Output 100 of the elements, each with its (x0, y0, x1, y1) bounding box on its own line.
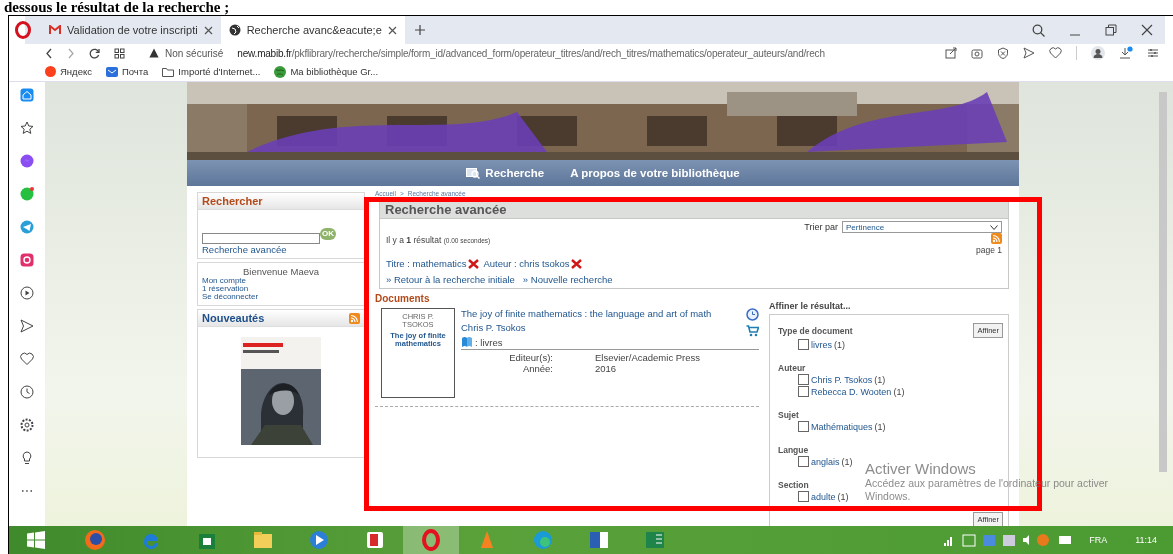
restore-icon[interactable] (1105, 24, 1117, 36)
chevron-down-icon (990, 224, 998, 230)
facet-count: (1) (874, 421, 886, 432)
opera-logo-icon[interactable] (15, 21, 31, 39)
clock-icon[interactable] (746, 308, 759, 321)
bookmark[interactable]: Яндекс (45, 66, 92, 77)
camera-app-icon[interactable] (20, 253, 34, 267)
clock[interactable]: 11:14 (1135, 535, 1157, 545)
sort-dropdown[interactable]: Pertinence (842, 221, 1002, 233)
heart-icon[interactable] (20, 352, 34, 366)
facet-count: (1) (874, 374, 886, 385)
checkbox[interactable] (798, 456, 809, 467)
facet-heading: Langue (778, 445, 809, 455)
app-icon[interactable] (364, 529, 386, 551)
mail-icon (105, 66, 118, 77)
bookmark[interactable]: Importé d'Internet... (162, 66, 261, 77)
account-link[interactable]: 1 réservation (198, 285, 364, 293)
word-icon[interactable] (588, 529, 610, 551)
search-icon[interactable] (1032, 23, 1045, 37)
search-link[interactable]: » Nouvelle recherche (522, 274, 613, 285)
search-criterion[interactable]: Titre : mathematics (386, 258, 467, 269)
play-icon[interactable] (20, 286, 34, 300)
facet-heading: Auteur (778, 363, 806, 373)
tray-icons-drawing[interactable] (943, 533, 1074, 547)
telegram-icon[interactable] (20, 220, 34, 234)
box-heading: Nouveautés (202, 312, 265, 324)
activation-title: Activer Windows (865, 460, 977, 477)
messenger-icon[interactable] (20, 154, 34, 168)
close-icon[interactable] (1141, 24, 1153, 36)
folder-icon (162, 66, 175, 77)
facet-option[interactable]: Rebecca D. Wooten (811, 386, 892, 397)
facet-option[interactable]: livres (811, 339, 832, 350)
new-tab-icon[interactable] (414, 25, 425, 35)
checkbox[interactable] (798, 339, 809, 350)
account-link[interactable]: Se déconnecter (198, 293, 364, 301)
facet-option[interactable]: anglais (811, 456, 840, 467)
nav-link[interactable]: A propos de votre bibliothèque (570, 167, 740, 179)
browser-tab[interactable]: Validation de votre inscripti (41, 16, 221, 44)
cart-icon[interactable] (746, 325, 759, 337)
profile-icon[interactable] (1091, 46, 1105, 60)
document-title[interactable]: The joy of finite mathematics : the language and art of math (461, 308, 712, 319)
checkbox[interactable] (798, 386, 809, 397)
heart-icon[interactable] (1049, 47, 1062, 59)
author-link[interactable]: Chris P. Tsokos (461, 322, 712, 333)
facet-option[interactable]: Mathématiques (811, 421, 873, 432)
field-label: Année: (521, 363, 553, 374)
media-player-icon[interactable] (308, 529, 330, 551)
whatsapp-icon[interactable] (20, 187, 34, 201)
shield-icon[interactable] (997, 47, 1009, 59)
close-tab-icon[interactable] (203, 25, 213, 35)
refine-heading: Affiner le résultat... (769, 301, 852, 311)
welcome-text: Bienvenue Maeva (241, 266, 321, 277)
start-icon[interactable] (27, 531, 45, 549)
advanced-search-link[interactable]: Recherche avancée (202, 244, 360, 255)
bulb-icon[interactable] (20, 451, 34, 465)
scrollbar[interactable] (1159, 92, 1167, 472)
checkbox[interactable] (798, 491, 809, 502)
send-icon[interactable] (1023, 47, 1035, 59)
clock-icon[interactable] (20, 385, 34, 399)
globe-icon (228, 24, 241, 36)
settings-icon[interactable] (1147, 47, 1159, 59)
mail-icon (49, 25, 61, 35)
speed-dial-icon[interactable] (114, 47, 125, 59)
facet-count: (1) (837, 491, 849, 502)
field-value: 2016 (595, 363, 617, 374)
camera-icon[interactable] (971, 47, 983, 59)
field-label: Editeur(s): (508, 352, 553, 363)
facet-option[interactable]: adulte (811, 491, 836, 502)
bookmark[interactable]: Почта (105, 66, 149, 77)
close-tab-icon[interactable] (387, 25, 397, 35)
account-link[interactable]: Mon compte (198, 277, 364, 285)
remove-icon[interactable] (468, 258, 480, 269)
send-icon[interactable] (20, 319, 34, 333)
warning-icon (149, 48, 159, 58)
globe-icon (274, 65, 287, 78)
facet-count: (1) (841, 456, 853, 467)
bookmark[interactable]: Ma bibliothèque Gr... (274, 65, 379, 78)
sort-label: Trier par (804, 222, 838, 232)
reload-icon[interactable] (89, 47, 100, 59)
share-icon[interactable] (945, 47, 957, 59)
checkbox[interactable] (798, 421, 809, 432)
star-icon[interactable] (20, 121, 34, 135)
document-type: : livres (475, 336, 503, 348)
url-field[interactable]: new.mabib.fr/pkflibrary/recherche/simple/form_id/advanced_form/operateur_titres/and/rech_titres/mathematics/operateur_auteurs/and/rech (237, 47, 931, 59)
home-icon[interactable] (20, 88, 34, 102)
back-icon[interactable] (45, 47, 53, 59)
nav-link[interactable]: Recherche (466, 167, 545, 179)
settings-icon[interactable] (20, 418, 34, 432)
search-link[interactable]: » Retour à la recherche initiale (386, 274, 515, 285)
remove-icon[interactable] (571, 258, 583, 269)
checkbox[interactable] (798, 374, 809, 385)
facet-option[interactable]: Chris P. Tsokos (811, 374, 873, 385)
box-heading: Rechercher (198, 193, 364, 210)
search-criterion[interactable]: Auteur : chris tsokos (483, 258, 570, 269)
facet-count: (1) (893, 386, 905, 397)
security-warning[interactable]: Non sécurisé (165, 47, 224, 59)
firefox-icon[interactable] (84, 529, 106, 551)
download-icon[interactable] (1119, 46, 1133, 60)
browser-tab[interactable]: Recherche avanc&eacute;e (220, 16, 405, 44)
search-field[interactable] (202, 233, 320, 244)
